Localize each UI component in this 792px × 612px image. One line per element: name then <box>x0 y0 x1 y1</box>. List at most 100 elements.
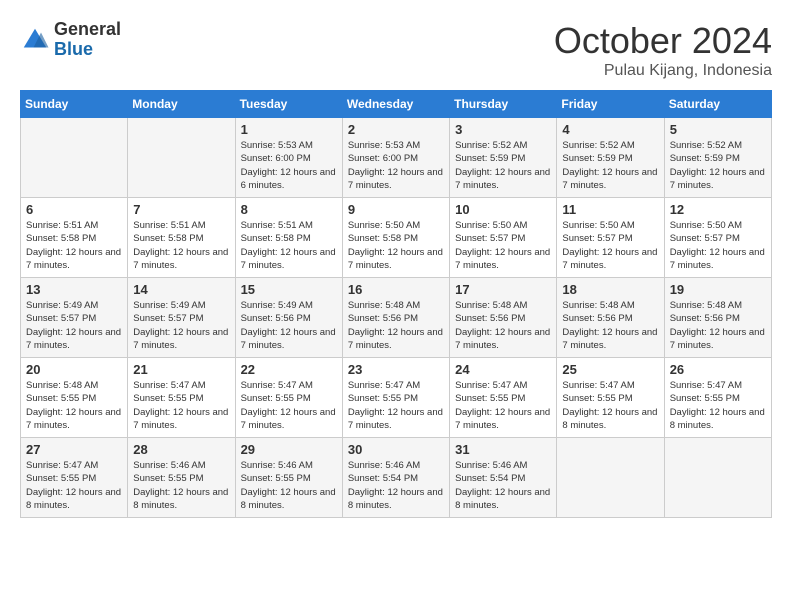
day-number: 2 <box>348 122 444 137</box>
cell-content: Sunrise: 5:48 AM Sunset: 5:56 PM Dayligh… <box>562 299 658 352</box>
cell-content: Sunrise: 5:48 AM Sunset: 5:56 PM Dayligh… <box>670 299 766 352</box>
day-number: 20 <box>26 362 122 377</box>
day-number: 18 <box>562 282 658 297</box>
cell-content: Sunrise: 5:47 AM Sunset: 5:55 PM Dayligh… <box>670 379 766 432</box>
cell-content: Sunrise: 5:48 AM Sunset: 5:56 PM Dayligh… <box>455 299 551 352</box>
calendar-cell: 29 Sunrise: 5:46 AM Sunset: 5:55 PM Dayli… <box>235 438 342 518</box>
cell-content: Sunrise: 5:46 AM Sunset: 5:54 PM Dayligh… <box>455 459 551 512</box>
header-tuesday: Tuesday <box>235 91 342 118</box>
day-number: 24 <box>455 362 551 377</box>
calendar-cell <box>128 118 235 198</box>
calendar-cell: 16 Sunrise: 5:48 AM Sunset: 5:56 PM Dayli… <box>342 278 449 358</box>
cell-content: Sunrise: 5:52 AM Sunset: 5:59 PM Dayligh… <box>562 139 658 192</box>
header-thursday: Thursday <box>450 91 557 118</box>
calendar-cell: 28Sunrise: 5:46 AM Sunset: 5:55 PM Dayli… <box>128 438 235 518</box>
day-number: 15 <box>241 282 337 297</box>
day-number: 25 <box>562 362 658 377</box>
cell-content: Sunrise: 5:50 AM Sunset: 5:57 PM Dayligh… <box>562 219 658 272</box>
title-block: October 2024 Pulau Kijang, Indonesia <box>554 20 772 80</box>
day-number: 11 <box>562 202 658 217</box>
day-number: 30 <box>348 442 444 457</box>
cell-content: Sunrise: 5:48 AM Sunset: 5:56 PM Dayligh… <box>348 299 444 352</box>
cell-content: Sunrise: 5:53 AM Sunset: 6:00 PM Dayligh… <box>241 139 337 192</box>
logo-icon <box>20 25 50 55</box>
calendar-cell: 17 Sunrise: 5:48 AM Sunset: 5:56 PM Dayli… <box>450 278 557 358</box>
day-number: 31 <box>455 442 551 457</box>
cell-content: Sunrise: 5:46 AM Sunset: 5:54 PM Dayligh… <box>348 459 444 512</box>
calendar-cell: 9Sunrise: 5:50 AM Sunset: 5:58 PM Daylig… <box>342 198 449 278</box>
cell-content: Sunrise: 5:47 AM Sunset: 5:55 PM Dayligh… <box>133 379 229 432</box>
cell-content: Sunrise: 5:53 AM Sunset: 6:00 PM Dayligh… <box>348 139 444 192</box>
day-number: 23 <box>348 362 444 377</box>
header-friday: Friday <box>557 91 664 118</box>
day-number: 22 <box>241 362 337 377</box>
cell-content: Sunrise: 5:47 AM Sunset: 5:55 PM Dayligh… <box>455 379 551 432</box>
header-sunday: Sunday <box>21 91 128 118</box>
header-monday: Monday <box>128 91 235 118</box>
calendar-cell: 14 Sunrise: 5:49 AM Sunset: 5:57 PM Dayli… <box>128 278 235 358</box>
cell-content: Sunrise: 5:47 AM Sunset: 5:55 PM Dayligh… <box>562 379 658 432</box>
calendar-cell: 7 Sunrise: 5:51 AM Sunset: 5:58 PM Daylig… <box>128 198 235 278</box>
calendar-cell: 13Sunrise: 5:49 AM Sunset: 5:57 PM Dayli… <box>21 278 128 358</box>
day-number: 4 <box>562 122 658 137</box>
cell-content: Sunrise: 5:50 AM Sunset: 5:57 PM Dayligh… <box>670 219 766 272</box>
day-number: 28 <box>133 442 229 457</box>
cell-content: Sunrise: 5:51 AM Sunset: 5:58 PM Dayligh… <box>241 219 337 272</box>
calendar-cell: 22 Sunrise: 5:47 AM Sunset: 5:55 PM Dayli… <box>235 358 342 438</box>
calendar-cell: 19 Sunrise: 5:48 AM Sunset: 5:56 PM Dayli… <box>664 278 771 358</box>
calendar-cell: 11 Sunrise: 5:50 AM Sunset: 5:57 PM Dayli… <box>557 198 664 278</box>
cell-content: Sunrise: 5:46 AM Sunset: 5:55 PM Dayligh… <box>241 459 337 512</box>
day-number: 29 <box>241 442 337 457</box>
day-number: 26 <box>670 362 766 377</box>
cell-content: Sunrise: 5:50 AM Sunset: 5:57 PM Dayligh… <box>455 219 551 272</box>
cell-content: Sunrise: 5:47 AM Sunset: 5:55 PM Dayligh… <box>241 379 337 432</box>
calendar-cell: 18 Sunrise: 5:48 AM Sunset: 5:56 PM Dayli… <box>557 278 664 358</box>
day-number: 17 <box>455 282 551 297</box>
cell-content: Sunrise: 5:51 AM Sunset: 5:58 PM Dayligh… <box>133 219 229 272</box>
day-number: 10 <box>455 202 551 217</box>
header-saturday: Saturday <box>664 91 771 118</box>
calendar-week-row: 13Sunrise: 5:49 AM Sunset: 5:57 PM Dayli… <box>21 278 772 358</box>
day-number: 21 <box>133 362 229 377</box>
day-number: 19 <box>670 282 766 297</box>
calendar-cell: 8Sunrise: 5:51 AM Sunset: 5:58 PM Daylig… <box>235 198 342 278</box>
calendar-table: Sunday Monday Tuesday Wednesday Thursday… <box>20 90 772 518</box>
cell-content: Sunrise: 5:50 AM Sunset: 5:58 PM Dayligh… <box>348 219 444 272</box>
calendar-cell: 21 Sunrise: 5:47 AM Sunset: 5:55 PM Dayli… <box>128 358 235 438</box>
calendar-week-row: 6 Sunrise: 5:51 AM Sunset: 5:58 PM Daylig… <box>21 198 772 278</box>
calendar-cell <box>664 438 771 518</box>
cell-content: Sunrise: 5:49 AM Sunset: 5:56 PM Dayligh… <box>241 299 337 352</box>
cell-content: Sunrise: 5:47 AM Sunset: 5:55 PM Dayligh… <box>348 379 444 432</box>
cell-content: Sunrise: 5:49 AM Sunset: 5:57 PM Dayligh… <box>133 299 229 352</box>
calendar-cell: 15 Sunrise: 5:49 AM Sunset: 5:56 PM Dayli… <box>235 278 342 358</box>
cell-content: Sunrise: 5:52 AM Sunset: 5:59 PM Dayligh… <box>670 139 766 192</box>
logo: General Blue <box>20 20 121 60</box>
calendar-cell <box>21 118 128 198</box>
cell-content: Sunrise: 5:51 AM Sunset: 5:58 PM Dayligh… <box>26 219 122 272</box>
day-number: 27 <box>26 442 122 457</box>
calendar-cell: 6 Sunrise: 5:51 AM Sunset: 5:58 PM Daylig… <box>21 198 128 278</box>
cell-content: Sunrise: 5:52 AM Sunset: 5:59 PM Dayligh… <box>455 139 551 192</box>
cell-content: Sunrise: 5:49 AM Sunset: 5:57 PM Dayligh… <box>26 299 122 352</box>
calendar-cell: 10 Sunrise: 5:50 AM Sunset: 5:57 PM Dayli… <box>450 198 557 278</box>
logo-general: General <box>54 20 121 40</box>
header-wednesday: Wednesday <box>342 91 449 118</box>
calendar-cell: 20 Sunrise: 5:48 AM Sunset: 5:55 PM Dayli… <box>21 358 128 438</box>
cell-content: Sunrise: 5:47 AM Sunset: 5:55 PM Dayligh… <box>26 459 122 512</box>
calendar-cell: 23 Sunrise: 5:47 AM Sunset: 5:55 PM Dayli… <box>342 358 449 438</box>
day-number: 5 <box>670 122 766 137</box>
calendar-cell: 24 Sunrise: 5:47 AM Sunset: 5:55 PM Dayli… <box>450 358 557 438</box>
day-number: 7 <box>133 202 229 217</box>
calendar-cell: 27 Sunrise: 5:47 AM Sunset: 5:55 PM Dayli… <box>21 438 128 518</box>
calendar-cell: 1Sunrise: 5:53 AM Sunset: 6:00 PM Daylig… <box>235 118 342 198</box>
calendar-cell: 5 Sunrise: 5:52 AM Sunset: 5:59 PM Daylig… <box>664 118 771 198</box>
cell-content: Sunrise: 5:48 AM Sunset: 5:55 PM Dayligh… <box>26 379 122 432</box>
day-number: 14 <box>133 282 229 297</box>
day-number: 16 <box>348 282 444 297</box>
day-number: 6 <box>26 202 122 217</box>
day-number: 12 <box>670 202 766 217</box>
calendar-cell: 12 Sunrise: 5:50 AM Sunset: 5:57 PM Dayli… <box>664 198 771 278</box>
calendar-week-row: 27 Sunrise: 5:47 AM Sunset: 5:55 PM Dayli… <box>21 438 772 518</box>
calendar-header-row: Sunday Monday Tuesday Wednesday Thursday… <box>21 91 772 118</box>
calendar-cell: 25 Sunrise: 5:47 AM Sunset: 5:55 PM Dayli… <box>557 358 664 438</box>
